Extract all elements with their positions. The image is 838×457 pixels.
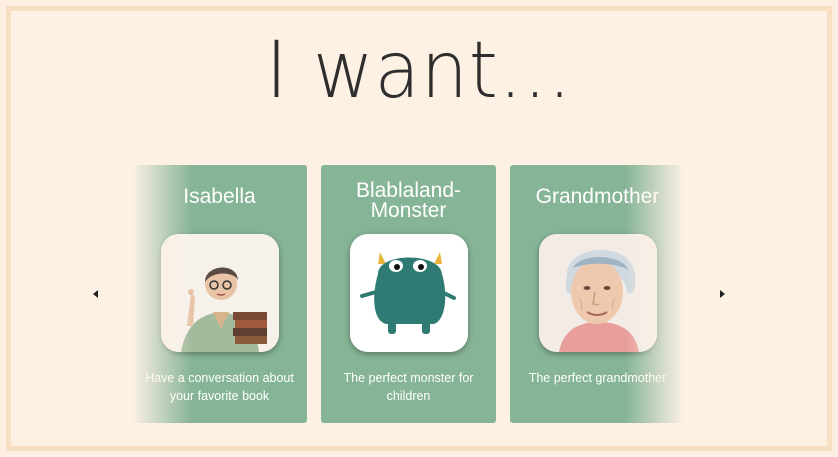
character-card-grandmother[interactable]: Grandmother The perfect grandmother (510, 165, 685, 423)
chevron-right-icon (719, 290, 725, 298)
carousel-next-button[interactable] (714, 286, 730, 302)
card-title: Isabella (183, 185, 256, 208)
grandmother-portrait (539, 234, 657, 352)
card-description: Have a conversation about your favorite … (145, 371, 294, 403)
carousel-prev-button[interactable] (87, 286, 103, 302)
character-card-isabella[interactable]: Isabella Have a conversation about your … (132, 165, 307, 423)
card-title: Blablaland-Monster (355, 179, 462, 222)
monster-portrait (350, 234, 468, 352)
card-description: The perfect grandmother (528, 371, 667, 385)
chevron-left-icon (92, 290, 98, 298)
isabella-portrait (161, 234, 279, 352)
card-title: Grandmother (535, 185, 660, 208)
card-description: The perfect monster for children (343, 371, 474, 403)
character-card-monster[interactable]: Blablaland-Monster The perfect monster f… (321, 165, 496, 423)
page-title: I want... (265, 26, 573, 116)
